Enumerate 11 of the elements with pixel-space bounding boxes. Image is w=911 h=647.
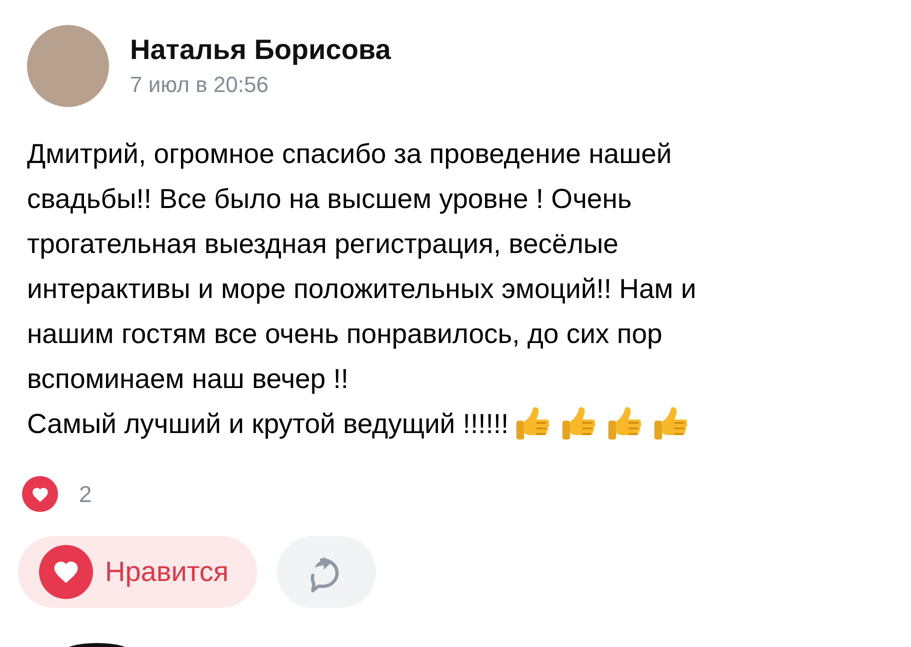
author-name[interactable]: Наталья Борисова xyxy=(130,34,391,66)
post-text-line: трогательная выездная регистрация, весёлые xyxy=(27,227,618,261)
post-text-line: вспоминаем наш вечер !! xyxy=(27,362,349,396)
post-text-line: свадьбы!! Все было на высшем уровне ! Очень xyxy=(27,182,632,216)
like-button[interactable]: Нравится xyxy=(18,536,257,608)
post-date[interactable]: 7 июл в 20:56 xyxy=(130,72,391,98)
post-text-line: интерактивы и море положительных эмоций!! Нам и xyxy=(27,272,696,306)
post-text-line: Дмитрий, огромное спасибо за проведение нашей xyxy=(27,137,672,171)
likes-count: 2 xyxy=(79,480,92,508)
post-text-line: Самый лучший и крутой ведущий !!!!!! xyxy=(27,407,509,441)
post-text-line: нашим гостям все очень понравилось, до сих пор xyxy=(27,317,662,351)
